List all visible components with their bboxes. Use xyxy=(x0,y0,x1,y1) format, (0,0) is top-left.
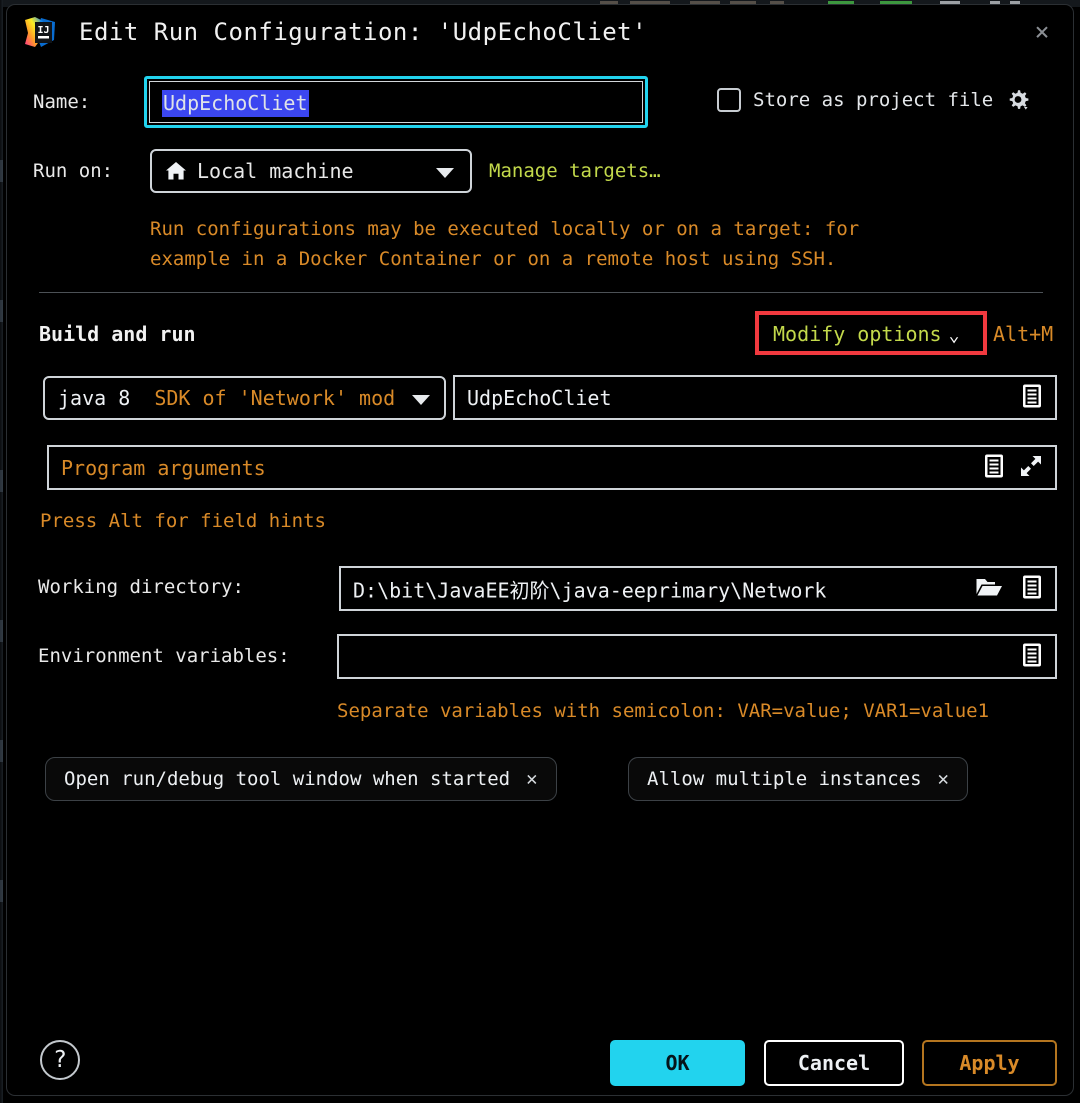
svg-text:IJ: IJ xyxy=(37,25,49,36)
chevron-down-icon: ⌄ xyxy=(948,325,960,346)
working-directory-input[interactable]: D:\bit\JavaEE初阶\java-eeprimary\Network xyxy=(339,566,1057,611)
home-icon xyxy=(164,159,188,183)
close-icon[interactable]: × xyxy=(1027,18,1057,48)
window-left-edge xyxy=(0,0,3,1103)
jre-value: java 8 xyxy=(58,386,131,410)
close-icon[interactable]: ✕ xyxy=(526,768,537,790)
name-input-value: UdpEchoCliet xyxy=(162,90,309,117)
program-arguments-input[interactable]: Program arguments xyxy=(47,445,1057,490)
list-browse-icon[interactable] xyxy=(983,453,1005,483)
intellij-idea-logo-icon: IJ xyxy=(21,14,59,52)
module-value: SDK of 'Network' mod xyxy=(154,386,396,410)
edit-run-configuration-dialog: IJ Edit Run Configuration: 'UdpEchoCliet… xyxy=(6,4,1074,1096)
close-icon[interactable]: ✕ xyxy=(938,768,949,790)
store-as-project-file-group: Store as project file xyxy=(717,87,1031,113)
run-on-label: Run on: xyxy=(33,160,114,182)
chip-label: Open run/debug tool window when started xyxy=(64,768,511,790)
list-browse-icon[interactable] xyxy=(1021,642,1043,672)
run-on-hint-line-2: example in a Docker Container or on a re… xyxy=(150,248,837,270)
program-arguments-placeholder: Program arguments xyxy=(61,455,266,480)
environment-variables-hint: Separate variables with semicolon: VAR=v… xyxy=(337,700,990,722)
list-browse-icon[interactable] xyxy=(1021,383,1043,413)
chevron-down-icon xyxy=(436,168,454,178)
help-button[interactable]: ? xyxy=(40,1040,80,1080)
chevron-down-icon xyxy=(412,395,430,405)
cancel-button[interactable]: Cancel xyxy=(764,1040,904,1086)
name-input-inner: UdpEchoCliet xyxy=(149,81,643,123)
dialog-title-bar: IJ Edit Run Configuration: 'UdpEchoCliet… xyxy=(7,5,1073,61)
main-class-input[interactable]: UdpEchoCliet xyxy=(453,375,1057,420)
build-and-run-heading: Build and run xyxy=(39,322,196,346)
name-label: Name: xyxy=(33,91,91,113)
modify-options-label: Modify options xyxy=(773,322,942,346)
environment-variables-label: Environment variables: xyxy=(38,645,290,667)
working-directory-value: D:\bit\JavaEE初阶\java-eeprimary\Network xyxy=(353,578,827,602)
main-class-value: UdpEchoCliet xyxy=(467,385,612,410)
dialog-title: Edit Run Configuration: 'UdpEchoCliet' xyxy=(79,18,648,46)
field-hints-text: Press Alt for field hints xyxy=(40,510,326,532)
run-on-target-dropdown[interactable]: Local machine xyxy=(150,149,472,193)
section-divider xyxy=(39,292,1043,293)
folder-open-icon[interactable] xyxy=(975,575,1003,603)
apply-button[interactable]: Apply xyxy=(922,1040,1057,1086)
ok-button[interactable]: OK xyxy=(610,1040,745,1086)
jre-module-dropdown[interactable]: java 8 SDK of 'Network' mod xyxy=(43,376,446,420)
list-browse-icon[interactable] xyxy=(1021,574,1043,604)
environment-variables-input[interactable] xyxy=(337,634,1057,679)
store-as-project-file-label: Store as project file xyxy=(753,89,994,111)
store-as-project-file-checkbox[interactable] xyxy=(717,88,741,112)
gear-icon[interactable] xyxy=(1005,87,1031,113)
chip-open-run-debug-tool-window[interactable]: Open run/debug tool window when started … xyxy=(45,757,557,801)
expand-diagonal-icon[interactable] xyxy=(1019,454,1043,482)
modify-options-button[interactable]: Modify options ⌄ xyxy=(773,322,959,346)
run-on-target-value: Local machine xyxy=(197,159,354,183)
chip-label: Allow multiple instances xyxy=(647,768,922,790)
name-input[interactable]: UdpEchoCliet xyxy=(144,76,648,128)
modify-options-shortcut: Alt+M xyxy=(993,322,1054,346)
run-on-hint-line-1: Run configurations may be executed local… xyxy=(150,218,860,240)
working-directory-label: Working directory: xyxy=(38,576,244,598)
chip-allow-multiple-instances[interactable]: Allow multiple instances ✕ xyxy=(628,757,968,801)
manage-targets-link[interactable]: Manage targets… xyxy=(489,160,661,182)
